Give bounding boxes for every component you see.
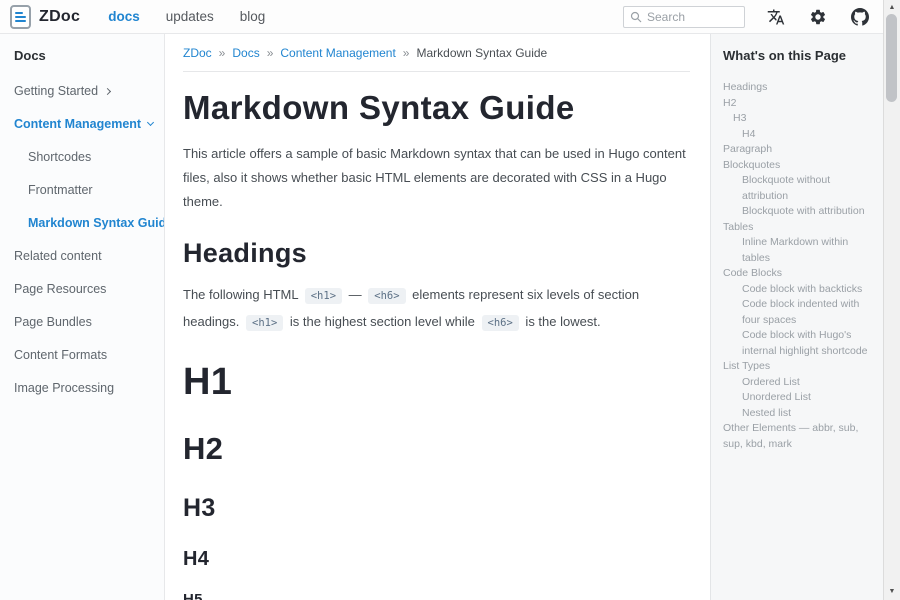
sidebar-item-label: Frontmatter	[28, 183, 93, 197]
top-nav-item[interactable]: blog	[240, 9, 266, 24]
toc-item[interactable]: Inline Markdown within tables	[723, 235, 875, 266]
breadcrumb-separator: »	[403, 46, 410, 60]
toc-list: Headings H2 H3 H4 Paragraph Blockquotes …	[723, 80, 875, 452]
demo-heading: H3	[183, 494, 690, 523]
toc-item[interactable]: Paragraph	[723, 142, 875, 158]
article-intro: This article offers a sample of basic Ma…	[183, 142, 690, 214]
search-input[interactable]	[647, 10, 738, 24]
top-nav-item[interactable]: updates	[166, 9, 214, 24]
toc-item[interactable]: Code Blocks	[723, 266, 875, 282]
breadcrumb-item: ZDoc »	[183, 46, 232, 60]
toc-item[interactable]: Code block with Hugo's internal highligh…	[723, 328, 875, 359]
toc-item[interactable]: Other Elements — abbr, sub, sup, kbd, ma…	[723, 421, 875, 452]
toc-item[interactable]: Nested list	[723, 406, 875, 422]
breadcrumb-link[interactable]: Docs	[232, 46, 259, 60]
toc-title: What's on this Page	[723, 48, 875, 63]
breadcrumb-separator: »	[267, 46, 274, 60]
demo-heading: H5	[183, 591, 690, 600]
toc-item[interactable]: Blockquote without attribution	[723, 173, 875, 204]
scroll-down-arrow-icon[interactable]: ▼	[884, 584, 900, 598]
sidebar-item-label: Shortcodes	[28, 150, 91, 164]
sidebar-item-label: Markdown Syntax Guide	[28, 216, 165, 230]
sidebar-item[interactable]: Markdown Syntax Guide	[14, 212, 156, 234]
breadcrumb-link[interactable]: Content Management	[280, 46, 395, 60]
breadcrumb-link[interactable]: Markdown Syntax Guide	[416, 46, 547, 60]
breadcrumb-link[interactable]: ZDoc	[183, 46, 212, 60]
demo-headings: H1 H2 H3 H4 H5 H6	[183, 361, 690, 600]
sidebar-item[interactable]: Related content	[14, 245, 156, 267]
page-body: Docs Getting Started Content Management …	[0, 34, 883, 600]
sidebar-item-label: Getting Started	[14, 84, 98, 98]
breadcrumb-item: Docs »	[232, 46, 280, 60]
page-title: Markdown Syntax Guide	[183, 89, 690, 127]
paragraph-segment: is the lowest.	[522, 314, 601, 329]
demo-heading: H1	[183, 361, 690, 404]
scrollbar-thumb[interactable]	[886, 14, 897, 102]
sidebar-item-label: Content Formats	[14, 348, 107, 362]
demo-heading: H2	[183, 431, 690, 467]
toc-item[interactable]: Unordered List	[723, 390, 875, 406]
sidebar-nav: Getting Started Content Management Short…	[14, 80, 156, 399]
sidebar-item-label: Related content	[14, 249, 102, 263]
toolbar-icons	[767, 8, 869, 26]
headings-paragraph: The following HTML <h1> — <h6> elements …	[183, 282, 690, 336]
sidebar-item[interactable]: Getting Started	[14, 80, 156, 102]
paragraph-segment: is the highest section level while	[286, 314, 478, 329]
toc-item[interactable]: Ordered List	[723, 375, 875, 391]
paragraph-segment: <h1>	[246, 315, 283, 331]
paragraph-segment: <h6>	[368, 288, 405, 304]
toc-item[interactable]: Blockquote with attribution	[723, 204, 875, 220]
toc-item[interactable]: H3	[723, 111, 875, 127]
sidebar-item[interactable]: Content Formats	[14, 344, 156, 366]
sidebar-item[interactable]: Page Bundles	[14, 311, 156, 333]
docs-sidebar: Docs Getting Started Content Management …	[0, 34, 165, 600]
toc-sidebar: What's on this Page Headings H2 H3 H4 Pa…	[710, 34, 883, 600]
toc-item[interactable]: List Types	[723, 359, 875, 375]
toc-item[interactable]: H4	[723, 127, 875, 143]
sidebar-item-label: Page Bundles	[14, 315, 92, 329]
paragraph-segment: <h6>	[482, 315, 519, 331]
sidebar-item[interactable]: Frontmatter	[14, 179, 156, 201]
scroll-up-arrow-icon[interactable]: ▲	[884, 0, 900, 14]
github-icon[interactable]	[851, 8, 869, 26]
toc-item[interactable]: Headings	[723, 80, 875, 96]
toc-item[interactable]: Code block indented with four spaces	[723, 297, 875, 328]
zdoc-logo-icon[interactable]	[10, 5, 31, 29]
sidebar-item[interactable]: Shortcodes	[14, 146, 156, 168]
top-nav-links: docs updates blog	[108, 9, 265, 24]
paragraph-segment: —	[345, 287, 365, 302]
chevron-icon	[147, 119, 154, 126]
vertical-scrollbar[interactable]: ▲ ▼	[883, 0, 900, 600]
breadcrumb-separator: »	[219, 46, 226, 60]
sidebar-item[interactable]: Page Resources	[14, 278, 156, 300]
sidebar-item-label: Content Management	[14, 117, 141, 131]
translate-icon[interactable]	[767, 8, 785, 26]
toc-item[interactable]: Code block with backticks	[723, 282, 875, 298]
sidebar-item-label: Page Resources	[14, 282, 106, 296]
sidebar-item[interactable]: Content Management	[14, 113, 156, 135]
sidebar-title: Docs	[14, 48, 156, 63]
sidebar-item-label: Image Processing	[14, 381, 114, 395]
sidebar-item[interactable]: Image Processing	[14, 377, 156, 399]
breadcrumb-item: Markdown Syntax Guide »	[416, 46, 547, 60]
section-heading-headings: Headings	[183, 238, 690, 269]
breadcrumb-item: Content Management »	[280, 46, 416, 60]
gear-icon[interactable]	[809, 8, 827, 26]
paragraph-segment: The following HTML	[183, 287, 302, 302]
chevron-icon	[104, 88, 111, 95]
app-window: ZDoc docs updates blog	[0, 0, 883, 600]
top-navbar: ZDoc docs updates blog	[0, 0, 883, 34]
demo-heading: H4	[183, 548, 690, 571]
toc-item[interactable]: Blockquotes	[723, 158, 875, 174]
toc-item[interactable]: Tables	[723, 220, 875, 236]
breadcrumb: ZDoc » Docs » Content Management »	[183, 46, 690, 60]
brand-title[interactable]: ZDoc	[39, 8, 80, 26]
top-nav-item[interactable]: docs	[108, 9, 140, 24]
paragraph-segment: <h1>	[305, 288, 342, 304]
article-main: ZDoc » Docs » Content Management »	[165, 34, 710, 600]
search-box[interactable]	[623, 6, 745, 28]
search-icon	[630, 11, 642, 23]
breadcrumb-divider	[183, 71, 690, 72]
toc-item[interactable]: H2	[723, 96, 875, 112]
